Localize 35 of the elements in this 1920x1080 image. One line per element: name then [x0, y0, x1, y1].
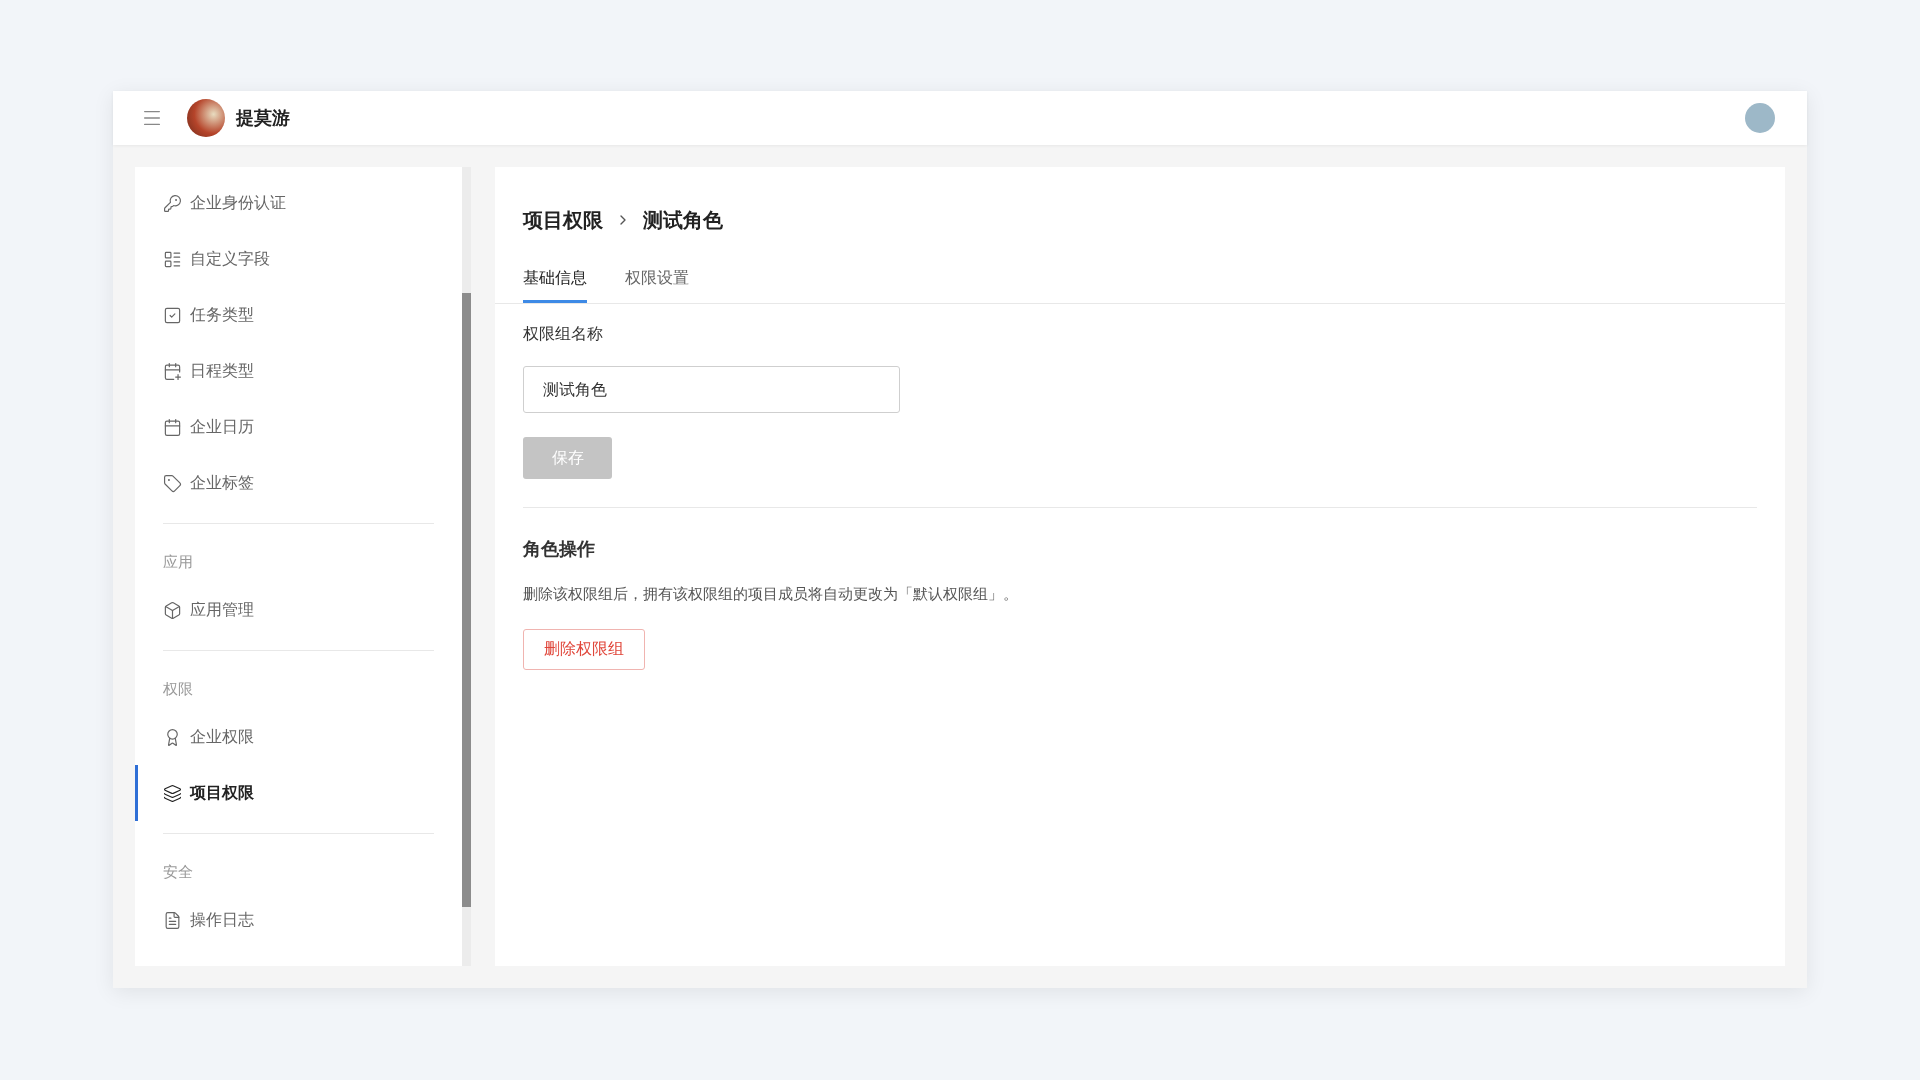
checkbox-icon	[163, 305, 182, 325]
key-icon	[163, 193, 182, 213]
name-input-field[interactable]: 测试角色	[523, 366, 900, 413]
sidebar-item[interactable]: 操作日志	[135, 892, 434, 948]
calendar-icon	[163, 361, 182, 381]
delete-group-button[interactable]: 删除权限组	[523, 628, 645, 670]
tag-icon	[163, 473, 182, 493]
sidebar-item[interactable]: 企业日历	[135, 399, 462, 455]
breadcrumb-current: 测试角色	[643, 208, 723, 233]
app-title: 提莫游	[236, 106, 290, 130]
sidebar-item[interactable]: 企业权限	[135, 709, 434, 765]
section-title: 应用	[163, 551, 194, 572]
sidebar-item[interactable]: 应用管理	[135, 582, 434, 638]
cube-icon	[163, 600, 182, 620]
field-label: 权限组名称	[523, 324, 604, 344]
calendar-icon	[163, 417, 182, 437]
warning-text: 删除该权限组后，拥有该权限组的项目成员将自动更改为「默认权限组」。	[523, 584, 1019, 604]
layers-icon	[163, 783, 182, 803]
section-title: 权限	[163, 678, 194, 699]
user-avatar[interactable]	[1745, 103, 1775, 133]
sidebar-item[interactable]: 自定义字段	[135, 231, 462, 287]
document-icon	[163, 910, 182, 930]
avatar-photo-placeholder	[187, 99, 225, 137]
breadcrumb-link[interactable]: 项目权限	[523, 205, 603, 235]
sidebar-item[interactable]: 企业身份认证	[135, 175, 462, 231]
tab[interactable]: 权限设置	[625, 255, 689, 303]
sidebar-item[interactable]: 企业标签	[135, 455, 462, 511]
section-title: 安全	[163, 861, 194, 882]
section-heading: 角色操作	[523, 538, 596, 561]
sidebar-item[interactable]: 任务类型	[135, 287, 462, 343]
sidebar-item[interactable]: 项目权限	[135, 765, 434, 821]
scrollbar-thumb[interactable]	[462, 293, 471, 907]
list-icon	[163, 249, 182, 269]
tab[interactable]: 基础信息	[523, 255, 587, 303]
sidebar-item[interactable]: 日程类型	[135, 343, 462, 399]
